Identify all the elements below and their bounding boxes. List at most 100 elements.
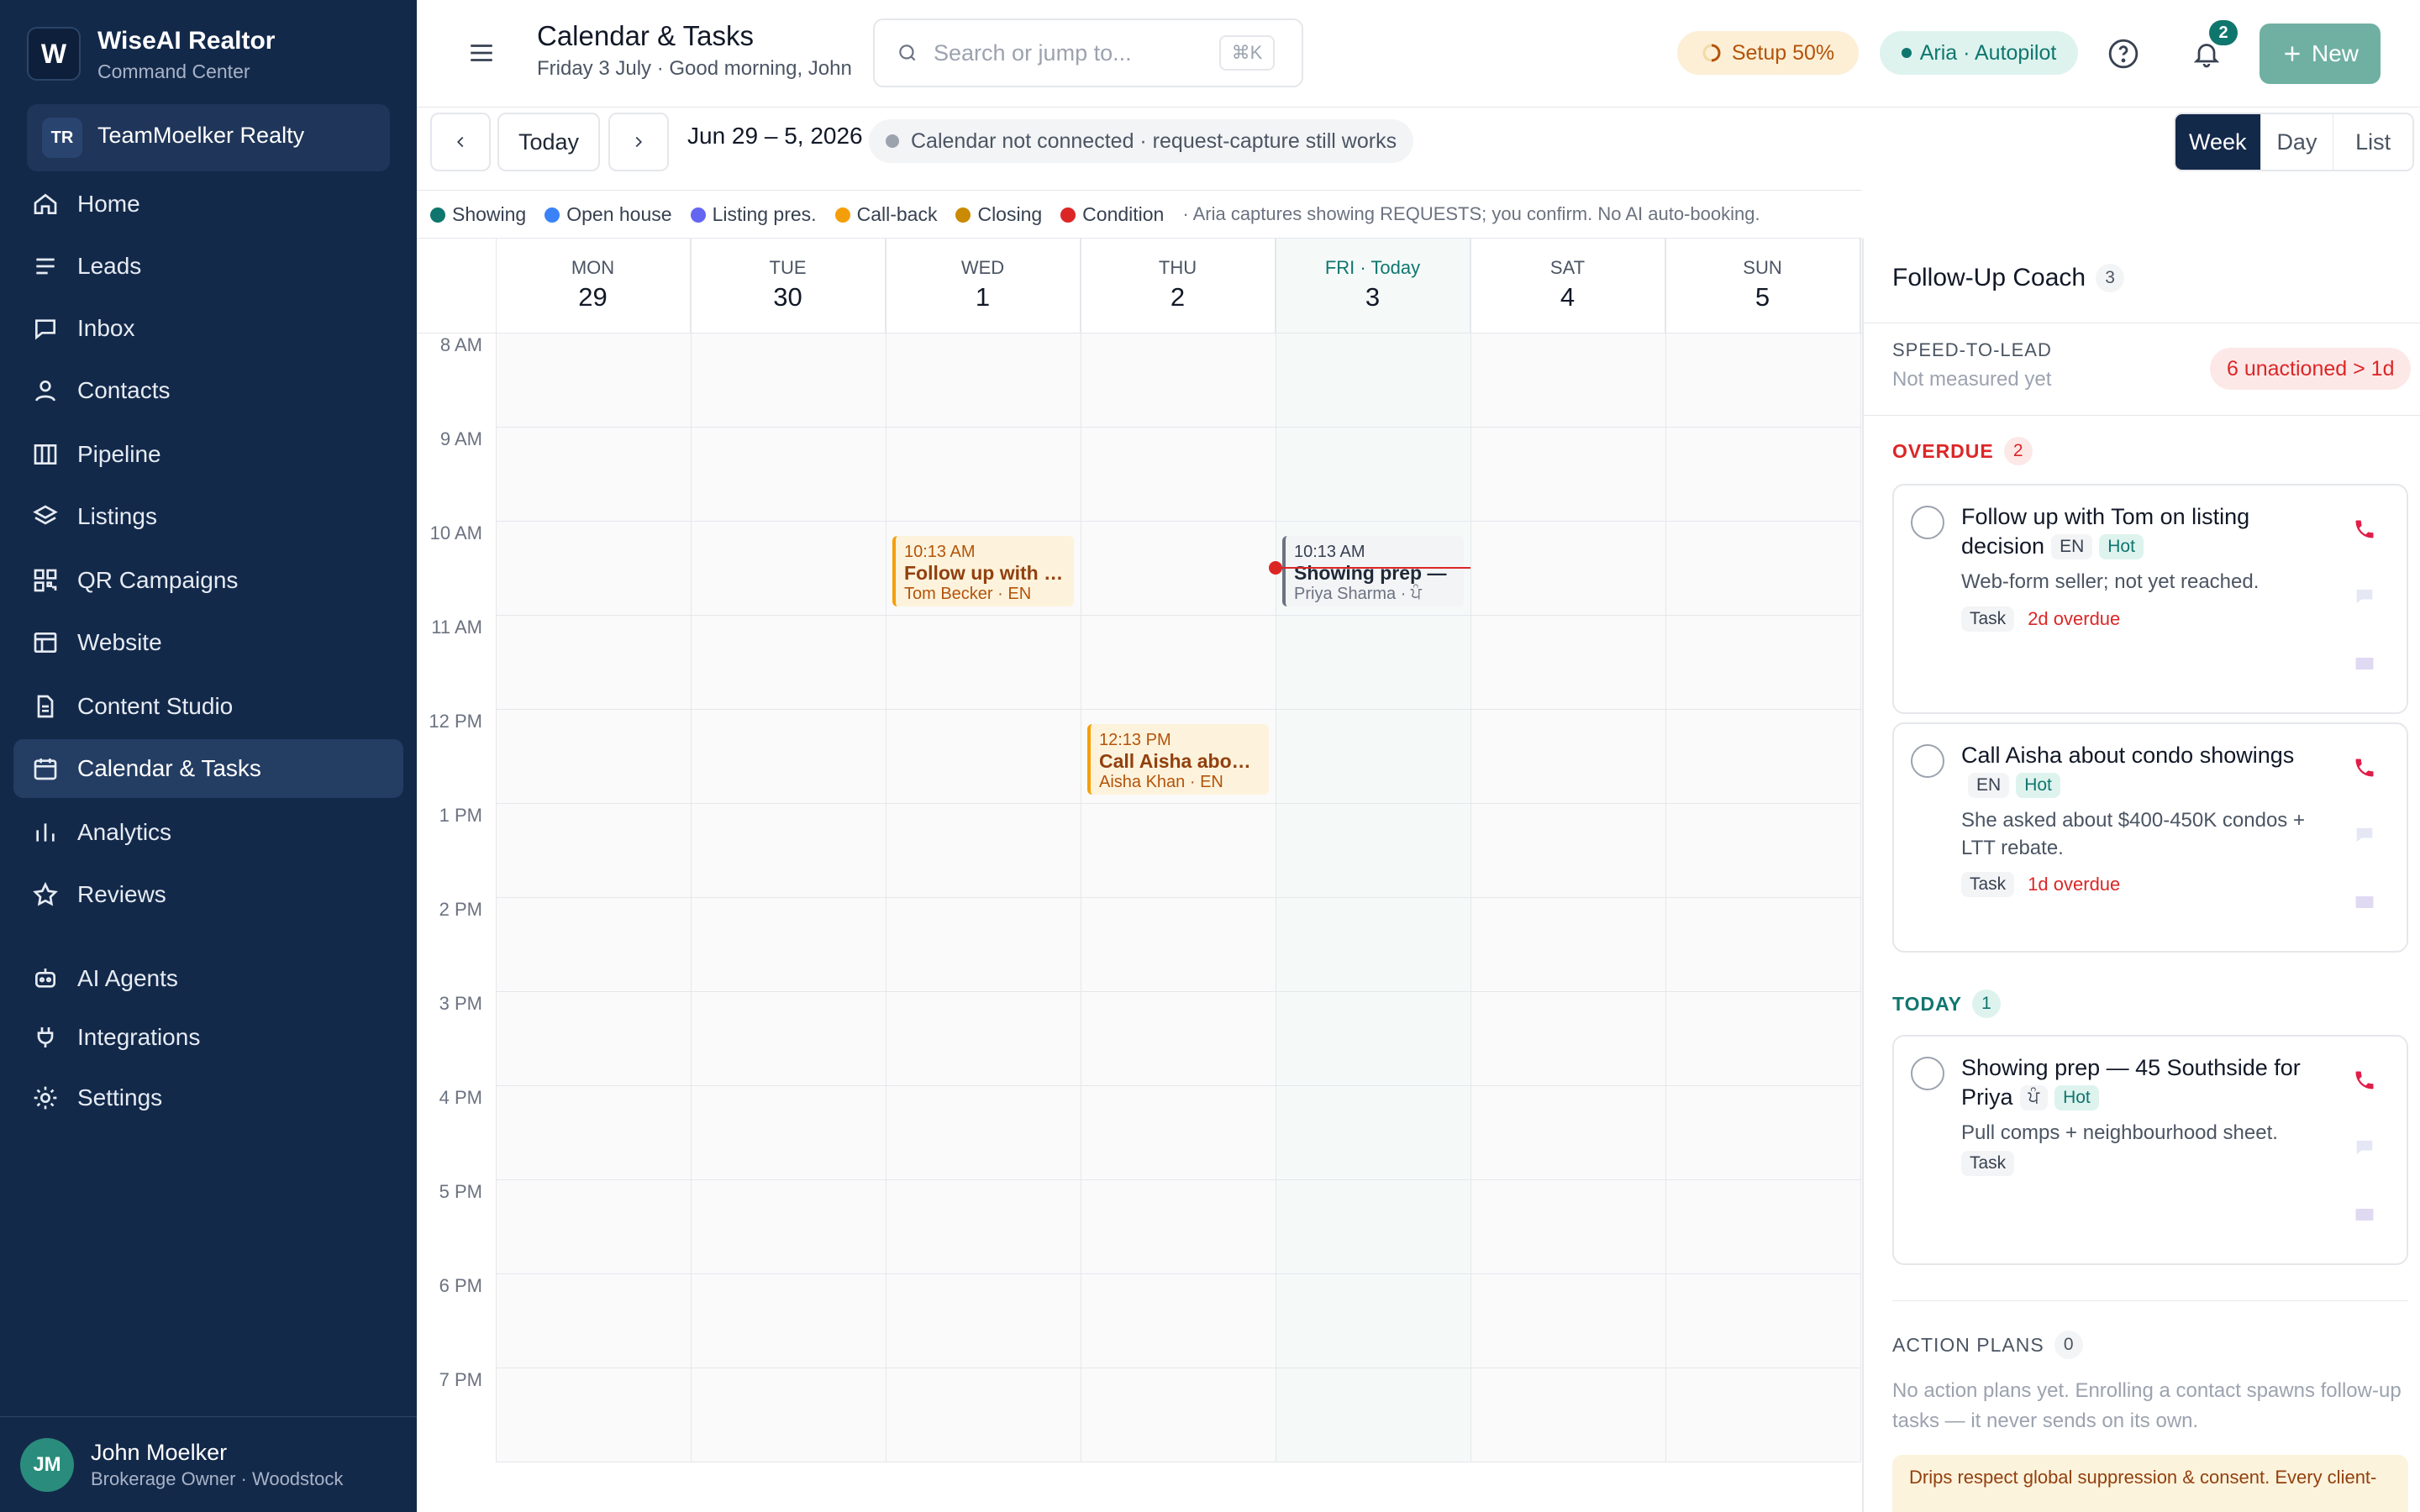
sidebar-item-calendar-tasks[interactable]: Calendar & Tasks — [13, 739, 403, 798]
day-header[interactable]: TUE 30 — [691, 239, 886, 333]
phone-icon[interactable] — [2353, 517, 2376, 541]
unactioned-badge[interactable]: 6 unactioned > 1d — [2210, 348, 2412, 390]
search-input[interactable]: Search or jump to... ⌘K — [873, 18, 1303, 87]
sidebar-item-ai-agents[interactable]: AI Agents — [13, 949, 403, 1008]
calendar-event[interactable]: 10:13 AM Follow up with T... Tom Becker · … — [892, 536, 1074, 607]
page-subtitle: Friday 3 July · Good morning, John — [537, 57, 852, 80]
day-header[interactable]: THU 2 — [1081, 239, 1276, 333]
language-tag: EN — [1968, 773, 2010, 798]
task-footer: Task — [1961, 1151, 2015, 1176]
event-title: Showing prep — — [1294, 562, 1447, 585]
speed-to-lead-label: SPEED-TO-LEAD — [1892, 339, 2052, 360]
setup-progress-badge[interactable]: Setup 50% — [1677, 31, 1859, 75]
user-name: John Moelker — [91, 1440, 228, 1465]
hour-label: 9 AM — [439, 428, 482, 449]
new-button[interactable]: New — [2260, 24, 2381, 84]
day-header[interactable]: FRI · Today 3 — [1276, 239, 1470, 333]
sidebar-item-label: Listings — [77, 503, 157, 529]
sidebar-item-label: Settings — [77, 1084, 163, 1110]
status-dot-icon — [1901, 48, 1912, 58]
user-avatar[interactable]: JM — [20, 1438, 74, 1492]
sidebar-item-pipeline[interactable]: Pipeline — [13, 425, 403, 484]
email-icon[interactable] — [2353, 890, 2376, 914]
sidebar-item-contacts[interactable]: Contacts — [13, 361, 403, 420]
phone-icon[interactable] — [2353, 756, 2376, 780]
event-title: Call Aisha about ... — [1099, 750, 1260, 773]
grid-line — [496, 803, 1860, 804]
task-checkbox[interactable] — [1911, 1057, 1944, 1090]
sidebar-item-inbox[interactable]: Inbox — [13, 299, 403, 358]
week-calendar-grid: MON 29 TUE 30 WED 1 THU 2 FRI · Today 3 SAT 4 SUN 5 8 … — [417, 239, 1862, 1512]
task-checkbox[interactable] — [1911, 744, 1944, 778]
next-week-button[interactable] — [608, 113, 669, 171]
message-icon[interactable] — [2353, 1136, 2376, 1159]
hour-label: 8 AM — [439, 334, 482, 355]
hamburger-menu-icon[interactable] — [467, 39, 496, 67]
sidebar-item-analytics[interactable]: Analytics — [13, 803, 403, 862]
sidebar-item-home[interactable]: Home — [13, 175, 403, 234]
message-icon[interactable] — [2353, 585, 2376, 608]
grid-line — [496, 991, 1860, 992]
sidebar-item-qr-campaigns[interactable]: QR Campaigns — [13, 551, 403, 610]
task-title: Call Aisha about condo showings — [1961, 743, 2295, 768]
day-number: 30 — [773, 282, 802, 312]
sidebar-item-content-studio[interactable]: Content Studio — [13, 677, 403, 736]
task-title: Showing prep — 45 Southside for Priya — [1961, 1055, 2301, 1110]
sidebar-item-listings[interactable]: Listings — [13, 487, 403, 546]
sidebar-item-label: Content Studio — [77, 693, 234, 719]
day-header[interactable]: MON 29 — [496, 239, 691, 333]
task-description: Pull comps + neighbourhood sheet. — [1961, 1121, 2278, 1144]
sidebar-item-reviews[interactable]: Reviews — [13, 865, 403, 924]
status-dot-icon — [886, 134, 899, 148]
message-icon[interactable] — [2353, 823, 2376, 847]
legend-open-house: Open house — [544, 203, 672, 226]
search-placeholder: Search or jump to... — [934, 40, 1132, 66]
email-icon[interactable] — [2353, 1203, 2376, 1226]
calendar-event[interactable]: 10:13 AM Showing prep — Priya Sharma · ਪੰ — [1282, 536, 1464, 607]
view-list-button[interactable]: List — [2333, 114, 2412, 170]
hour-label: 11 AM — [431, 617, 482, 638]
day-header[interactable]: SAT 4 — [1470, 239, 1665, 333]
day-name: THU — [1158, 257, 1197, 278]
task-card[interactable]: Follow up with Tom on listing decision EN… — [1892, 484, 2408, 714]
sidebar-item-website[interactable]: Website — [13, 613, 403, 672]
prev-week-button[interactable] — [430, 113, 491, 171]
today-button[interactable]: Today — [497, 113, 600, 171]
sidebar-item-leads[interactable]: Leads — [13, 237, 403, 296]
bot-icon — [35, 969, 55, 988]
now-indicator-line — [1276, 567, 1470, 569]
grid-line — [496, 615, 1860, 616]
day-name: SAT — [1549, 257, 1586, 278]
hour-label: 7 PM — [439, 1369, 482, 1390]
day-number: 4 — [1560, 282, 1576, 312]
legend-showing: Showing — [430, 203, 526, 226]
help-icon[interactable] — [2107, 38, 2139, 70]
team-switcher[interactable]: TR TeamMoelker Realty — [27, 104, 390, 171]
calendar-status-text: Calendar not connected · request-capture… — [911, 129, 1397, 153]
email-icon[interactable] — [2353, 652, 2376, 675]
view-day-button[interactable]: Day — [2260, 114, 2333, 170]
calendar-icon — [34, 759, 57, 780]
day-header[interactable]: SUN 5 — [1665, 239, 1860, 333]
day-header[interactable]: WED 1 — [886, 239, 1081, 333]
aria-autopilot-badge[interactable]: Aria · Autopilot — [1880, 31, 2078, 75]
coach-title: Follow-Up Coach — [1892, 264, 2086, 291]
view-week-button[interactable]: Week — [2175, 114, 2260, 170]
sidebar-item-label: Pipeline — [77, 441, 161, 467]
sidebar-item-settings[interactable]: Settings — [13, 1068, 403, 1127]
phone-icon[interactable] — [2353, 1068, 2376, 1092]
grid-line — [496, 1085, 1860, 1086]
coach-title-row: Follow-Up Coach 3 — [1892, 264, 2125, 292]
date-range-label: Jun 29 – 5, 2026 — [687, 123, 863, 149]
task-checkbox[interactable] — [1911, 506, 1944, 539]
day-name: SUN — [1743, 257, 1782, 278]
task-card[interactable]: Showing prep — 45 Southside for Priya ਪੰ H… — [1892, 1035, 2408, 1265]
task-card[interactable]: Call Aisha about condo showings EN Hot She… — [1892, 722, 2408, 953]
sidebar-item-integrations[interactable]: Integrations — [13, 1008, 403, 1067]
hour-label: 2 PM — [439, 899, 482, 920]
event-time: 12:13 PM — [1099, 731, 1171, 750]
grid-line — [691, 239, 692, 1462]
task-description: Web-form seller; not yet reached. — [1961, 570, 2260, 593]
calendar-event[interactable]: 12:13 PM Call Aisha about ... Aisha Khan ·… — [1087, 724, 1269, 795]
list-icon — [36, 258, 55, 275]
